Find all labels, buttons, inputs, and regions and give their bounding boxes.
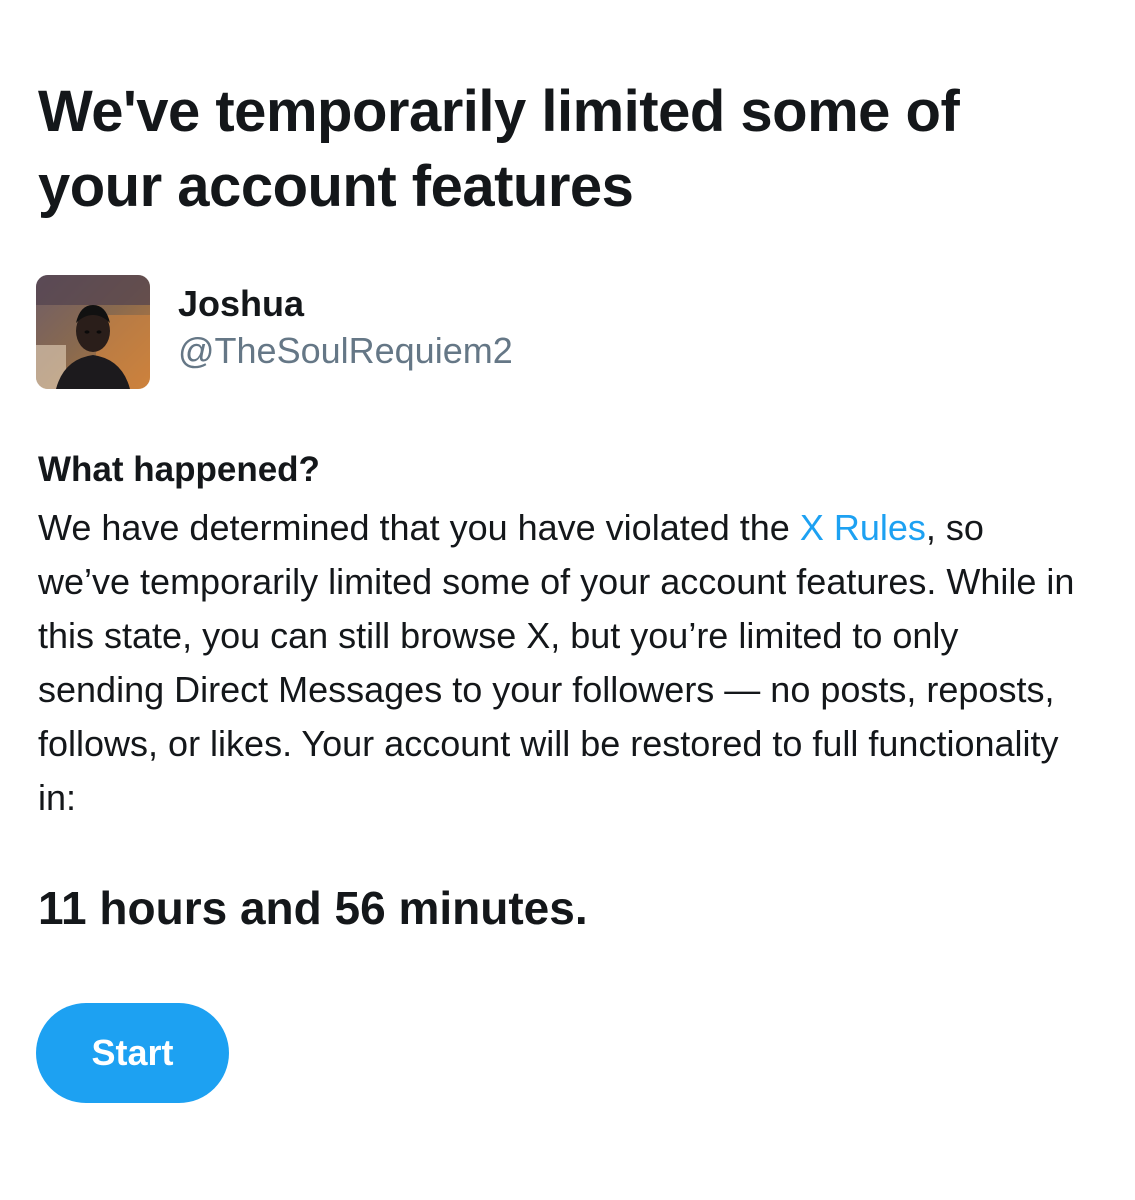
account-profile: Joshua @TheSoulRequiem2 bbox=[36, 275, 513, 389]
username-handle: @TheSoulRequiem2 bbox=[178, 330, 513, 371]
notice-text-before-link: We have determined that you have violate… bbox=[38, 507, 800, 548]
x-rules-link[interactable]: X Rules bbox=[800, 507, 926, 548]
notice-text-after-link: , so we’ve temporarily limited some of y… bbox=[38, 507, 1075, 818]
what-happened-heading: What happened? bbox=[38, 450, 320, 489]
display-name: Joshua bbox=[178, 283, 305, 324]
restriction-countdown: 11 hours and 56 minutes. bbox=[38, 882, 588, 934]
user-avatar-icon bbox=[36, 275, 150, 389]
notice-body: We have determined that you have violate… bbox=[38, 501, 1078, 825]
profile-names: Joshua @TheSoulRequiem2 bbox=[178, 275, 513, 375]
page-title: We've temporarily limited some of your a… bbox=[38, 79, 960, 219]
start-button[interactable]: Start bbox=[36, 1003, 229, 1103]
avatar bbox=[36, 275, 150, 389]
